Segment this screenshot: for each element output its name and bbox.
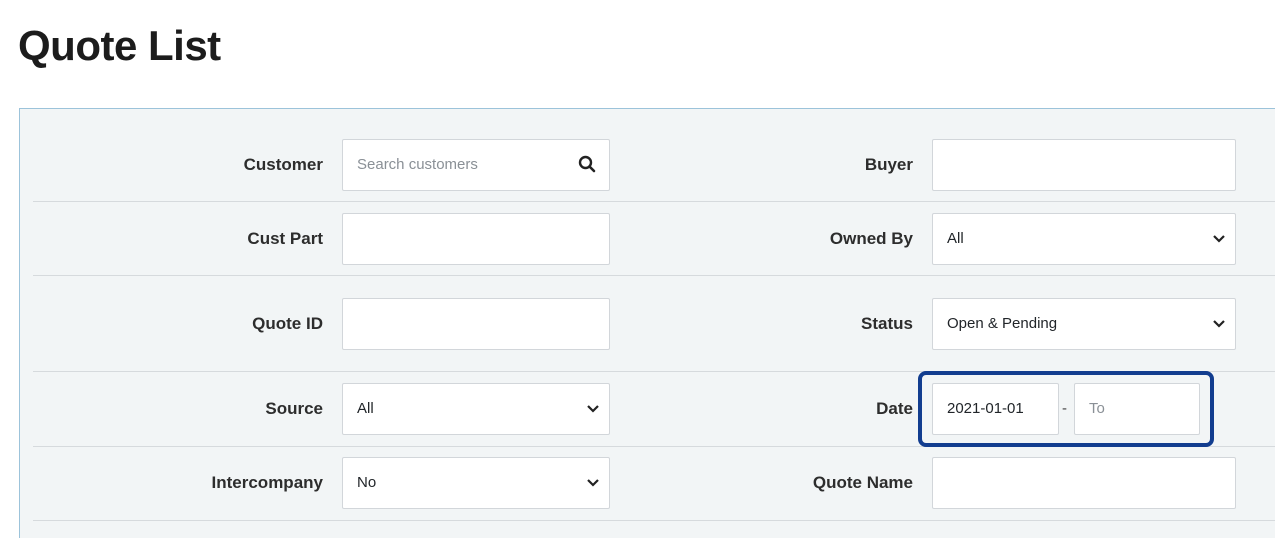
quote-id-label: Quote ID: [252, 314, 323, 333]
chevron-down-icon: [587, 405, 599, 413]
owned-by-label: Owned By: [829, 229, 913, 248]
row-divider: [33, 520, 1275, 521]
quote-name-input[interactable]: [932, 457, 1236, 509]
buyer-input[interactable]: [932, 139, 1236, 191]
status-label: Status: [861, 314, 913, 333]
date-label: Date: [876, 399, 913, 418]
owned-by-selected: All: [947, 230, 964, 247]
page-title: Quote List: [18, 22, 221, 69]
source-selected: All: [357, 400, 374, 417]
cust-part-input[interactable]: [342, 213, 610, 265]
owned-by-select[interactable]: All: [932, 213, 1236, 265]
customer-search-input[interactable]: Search customers: [342, 139, 610, 191]
search-icon[interactable]: [578, 155, 596, 173]
quote-name-label: Quote Name: [812, 473, 913, 492]
date-range-highlight: [918, 371, 1214, 447]
source-label: Source: [265, 399, 323, 418]
chevron-down-icon: [1213, 320, 1225, 328]
cust-part-label: Cust Part: [247, 229, 323, 248]
intercompany-selected: No: [357, 474, 377, 491]
source-select[interactable]: All: [342, 383, 610, 435]
intercompany-label: Intercompany: [211, 473, 323, 492]
quote-id-input[interactable]: [342, 298, 610, 350]
customer-search-placeholder: Search customers: [357, 156, 478, 173]
status-select[interactable]: Open & Pending: [932, 298, 1236, 350]
buyer-label: Buyer: [864, 155, 913, 174]
customer-label: Customer: [243, 155, 323, 174]
row-divider: [33, 275, 1275, 276]
status-selected: Open & Pending: [947, 315, 1058, 332]
row-divider: [33, 201, 1275, 202]
intercompany-select[interactable]: No: [342, 457, 610, 509]
chevron-down-icon: [587, 479, 599, 487]
chevron-down-icon: [1213, 235, 1225, 243]
